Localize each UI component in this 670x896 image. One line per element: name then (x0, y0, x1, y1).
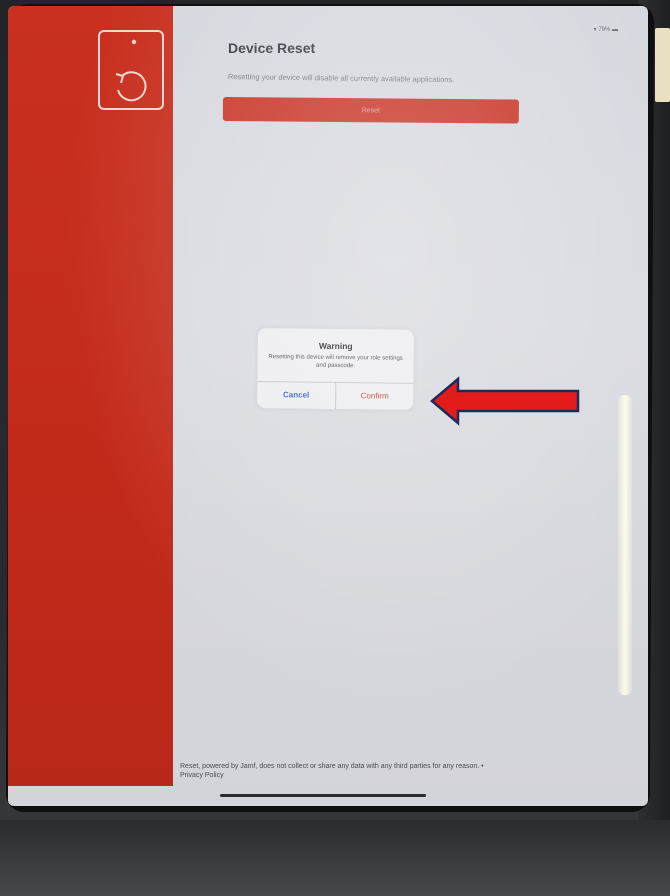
light-reflection (618, 395, 632, 695)
footer-text: Reset, powered by Jamf, does not collect… (180, 763, 484, 770)
dialog-message: Resetting this device will remove your r… (268, 354, 403, 370)
page-title: Device Reset (228, 40, 316, 56)
case-bottom (0, 820, 670, 896)
dialog-title: Warning (318, 340, 353, 352)
cancel-button[interactable]: Cancel (257, 382, 335, 409)
confirm-button[interactable]: Confirm (336, 383, 413, 410)
home-indicator[interactable] (220, 794, 426, 797)
footer-disclaimer: Reset, powered by Jamf, does not collect… (180, 762, 600, 780)
asset-sticker (655, 28, 670, 102)
left-arrow-annotation (430, 376, 580, 426)
reset-button[interactable]: Reset (222, 97, 519, 124)
device-reset-icon (98, 30, 164, 110)
status-bar: ▾ 79% ▬ (594, 26, 618, 33)
sidebar-panel (8, 6, 173, 786)
page-subtitle: Resetting your device will disable all c… (227, 72, 455, 85)
privacy-policy-link[interactable]: Privacy Policy (180, 772, 224, 779)
wifi-icon: ▾ (593, 27, 597, 33)
battery-level: 79% (598, 27, 611, 33)
warning-dialog: Warning Resetting this device will remov… (257, 328, 414, 410)
battery-icon: ▬ (612, 27, 618, 33)
